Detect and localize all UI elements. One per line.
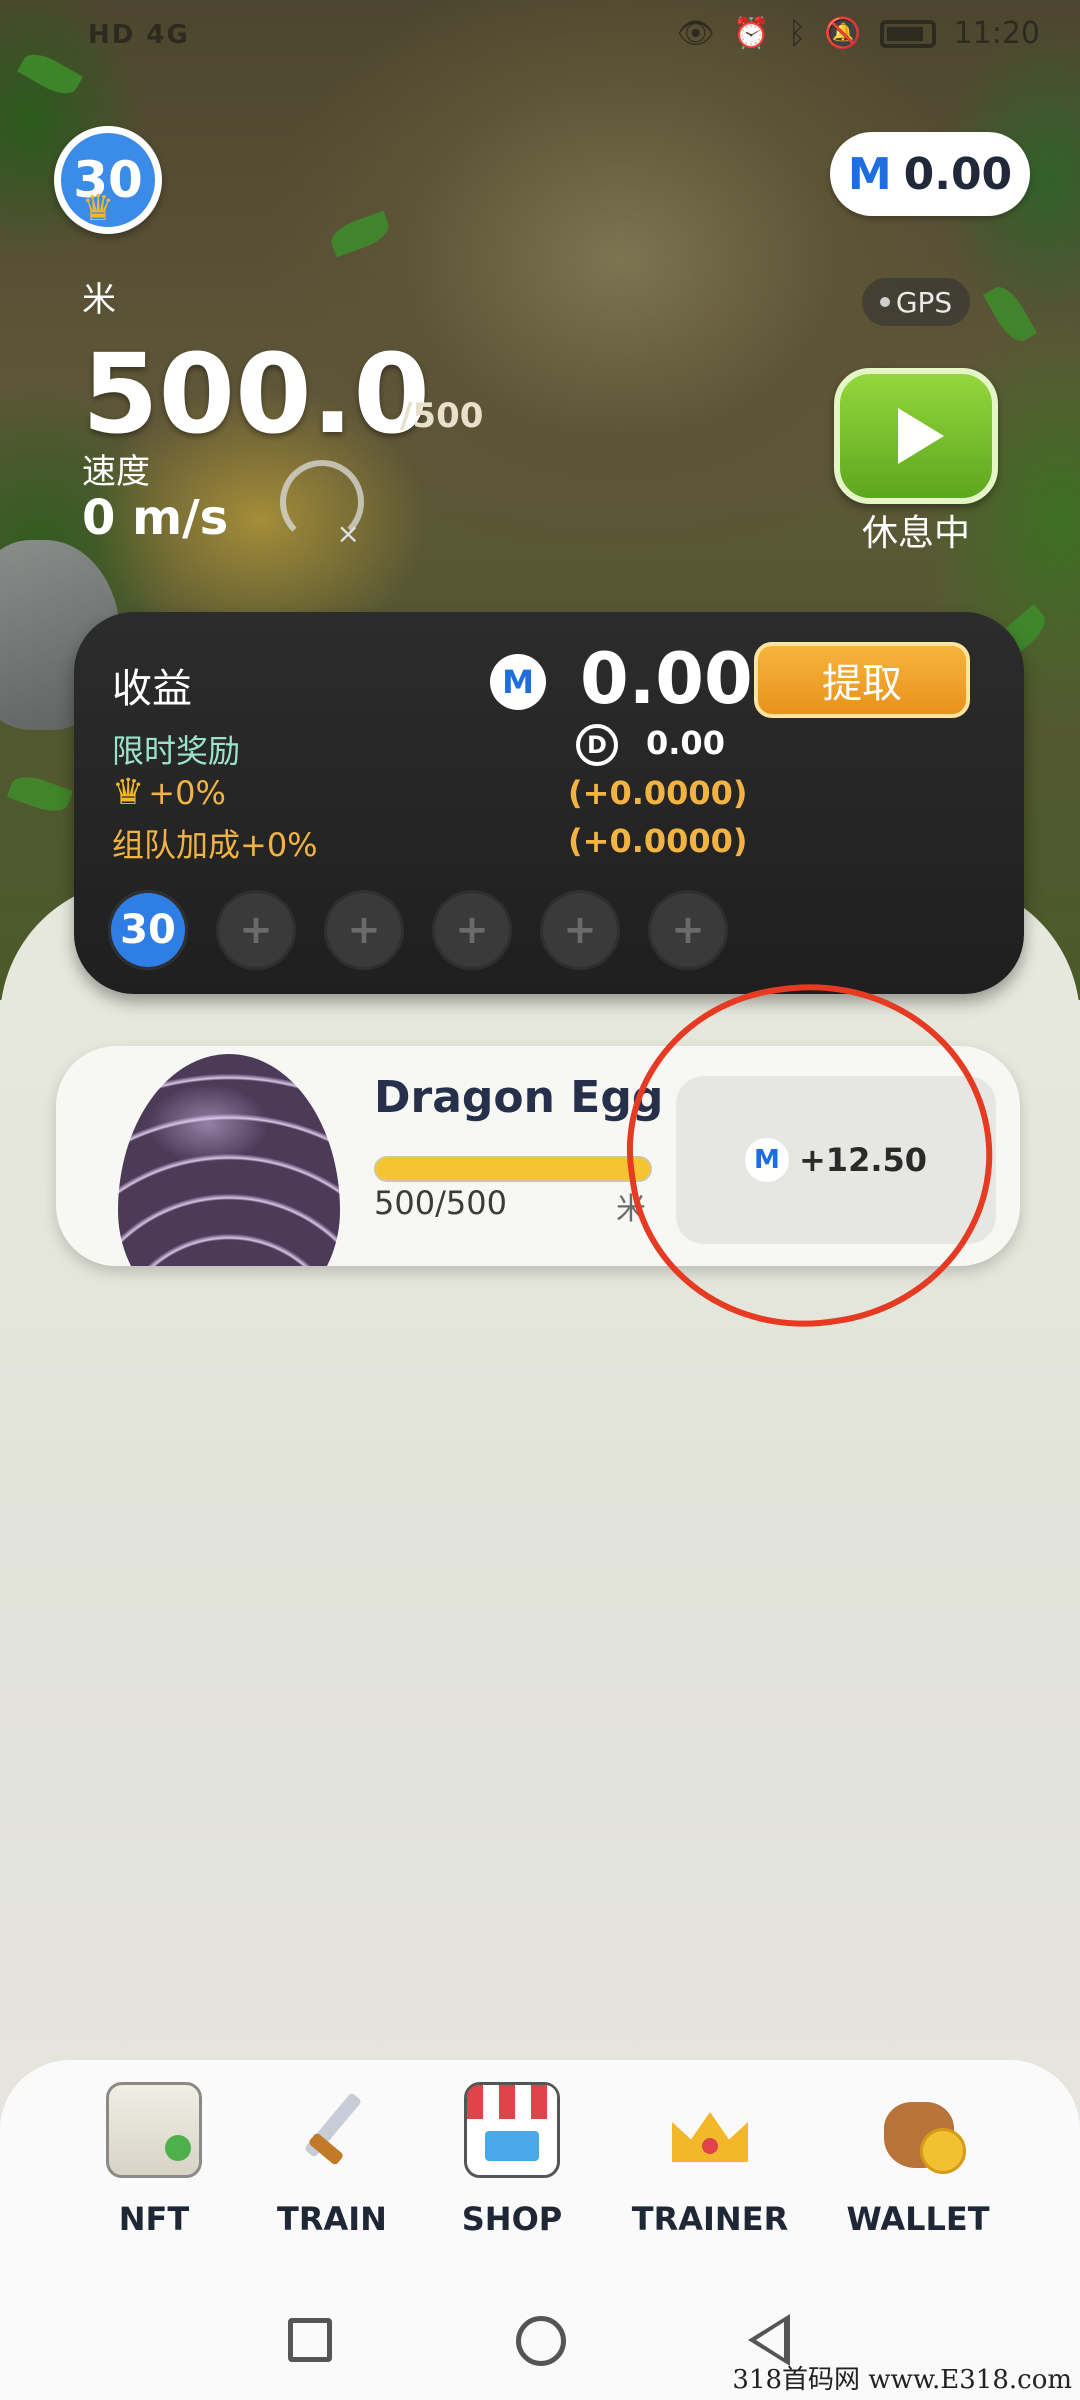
nav-label: SHOP bbox=[461, 2200, 563, 2238]
eye-icon: 👁 bbox=[676, 16, 715, 51]
withdraw-button[interactable]: 提取 bbox=[754, 642, 970, 718]
gps-indicator: GPS bbox=[862, 278, 970, 326]
home-button[interactable] bbox=[516, 2316, 566, 2366]
crown-icon: ♛ bbox=[82, 188, 115, 229]
clock: 11:20 bbox=[953, 16, 1040, 51]
nav-label: TRAINER bbox=[631, 2200, 789, 2238]
m-token-icon: M bbox=[490, 654, 546, 710]
earnings-card: 收益 M 0.00 提取 限时奖励 D 0.00 ♛ +0% (+0.0000)… bbox=[74, 612, 1024, 994]
back-icon-inner bbox=[756, 2322, 784, 2358]
sword-icon bbox=[284, 2082, 380, 2178]
balance-pill[interactable]: M 0.00 bbox=[830, 132, 1030, 216]
play-icon bbox=[898, 408, 944, 464]
money-bag-icon bbox=[870, 2082, 966, 2178]
earnings-value: 0.00 bbox=[580, 638, 753, 720]
d-token-icon: D bbox=[576, 724, 618, 766]
shop-icon bbox=[464, 2082, 560, 2178]
bluetooth-icon: ᛒ bbox=[788, 16, 807, 51]
speed-label: 速度 bbox=[82, 452, 150, 492]
alarm-icon: ⏰ bbox=[732, 16, 771, 51]
status-bar: HD 4G 👁 ⏰ ᛒ 🔕 11:20 bbox=[0, 0, 1080, 80]
earnings-title: 收益 bbox=[112, 666, 192, 712]
distance-unit-label: 米 bbox=[82, 280, 116, 320]
team-slot-add[interactable]: + bbox=[648, 890, 728, 970]
rest-status-label: 休息中 bbox=[861, 513, 970, 554]
bottom-nav: NFT TRAIN SHOP TRAINER WALLET bbox=[0, 2060, 1080, 2290]
egg-progress-bar bbox=[374, 1156, 652, 1182]
team-slot-filled[interactable]: 30 bbox=[108, 890, 188, 970]
crown-bonus-add: (+0.0000) bbox=[568, 774, 748, 812]
nav-item-train[interactable]: TRAIN bbox=[242, 2082, 422, 2238]
battery-icon bbox=[879, 19, 936, 48]
team-slot-add[interactable]: + bbox=[540, 890, 620, 970]
team-bonus-add: (+0.0000) bbox=[568, 822, 748, 860]
network-indicator: HD 4G bbox=[88, 20, 190, 50]
egg-progress-text: 500/500 bbox=[374, 1184, 507, 1222]
watermark: 318首码网 www.E318.com bbox=[732, 2365, 1072, 2395]
balance-value: 0.00 bbox=[903, 148, 1013, 200]
gps-dot-icon bbox=[879, 297, 890, 307]
nav-label: TRAIN bbox=[277, 2200, 387, 2238]
dragon-egg-image bbox=[118, 1054, 340, 1266]
nav-item-shop[interactable]: SHOP bbox=[422, 2082, 602, 2238]
crown-icon bbox=[662, 2082, 758, 2178]
team-slot-add[interactable]: + bbox=[324, 890, 404, 970]
team-slot-add[interactable]: + bbox=[216, 890, 296, 970]
team-bonus-label: 组队加成+0% bbox=[112, 826, 318, 864]
crown-bonus-pct: +0% bbox=[148, 773, 226, 812]
egg-name: Dragon Egg bbox=[374, 1072, 664, 1123]
nav-item-trainer[interactable]: TRAINER bbox=[620, 2082, 800, 2238]
nav-label: WALLET bbox=[846, 2200, 990, 2238]
system-nav-bar: 318首码网 www.E318.com bbox=[0, 2290, 1080, 2400]
nav-item-wallet[interactable]: WALLET bbox=[828, 2082, 1008, 2238]
nav-label: NFT bbox=[118, 2200, 190, 2238]
distance-value: 500.0 bbox=[82, 330, 430, 458]
limited-bonus-label: 限时奖励 bbox=[112, 732, 241, 770]
speed-value: 0 m/s bbox=[82, 490, 229, 546]
egg-progress-fill bbox=[376, 1158, 650, 1180]
speedometer-icon bbox=[280, 460, 364, 550]
nav-item-nft[interactable]: NFT bbox=[64, 2082, 244, 2238]
team-slots: 30 + + + + + bbox=[108, 890, 728, 970]
play-button[interactable] bbox=[834, 368, 998, 504]
bell-off-icon: 🔕 bbox=[824, 16, 862, 51]
distance-max: /500 bbox=[400, 396, 484, 436]
d-token-value: 0.00 bbox=[646, 724, 725, 762]
m-token-icon: M bbox=[847, 148, 892, 200]
status-icons: 👁 ⏰ ᛒ 🔕 11:20 bbox=[677, 16, 1040, 51]
recents-button[interactable] bbox=[288, 2318, 332, 2362]
crown-bonus-row: ♛ +0% bbox=[112, 772, 226, 813]
certificate-icon bbox=[106, 2082, 202, 2178]
team-slot-add[interactable]: + bbox=[432, 890, 512, 970]
gps-label: GPS bbox=[895, 285, 953, 319]
crown-icon: ♛ bbox=[112, 772, 145, 813]
